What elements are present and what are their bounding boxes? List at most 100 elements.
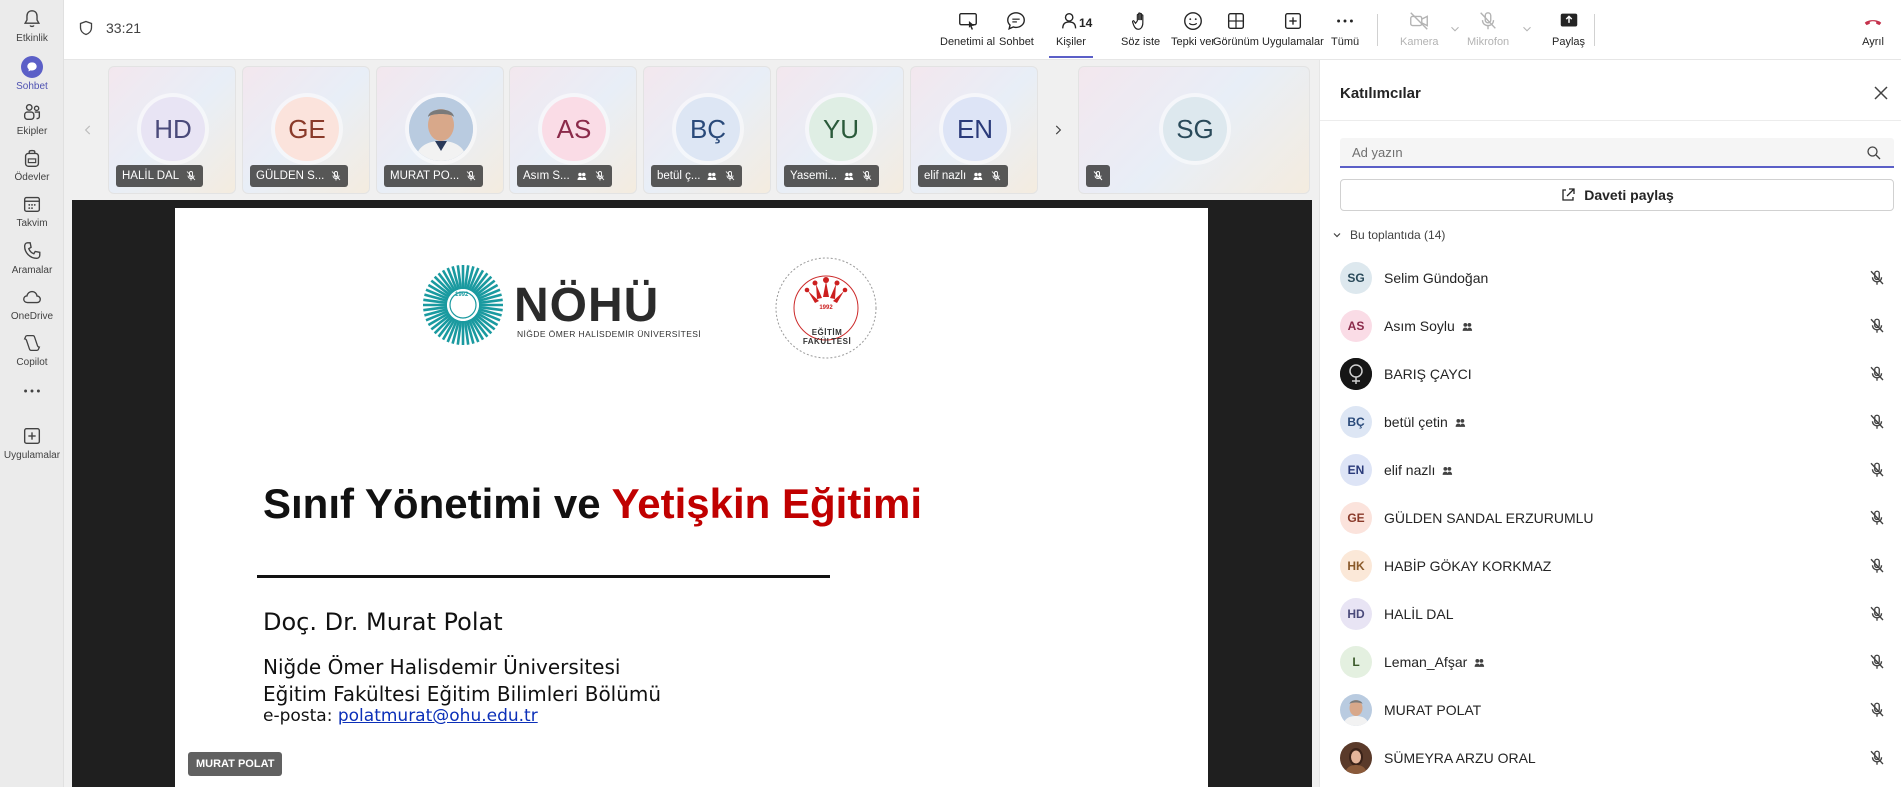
rail-more[interactable] <box>0 380 64 430</box>
gallery-tile[interactable]: BÇ betül ç... <box>643 66 771 194</box>
gallery-tile[interactable]: AS Asım S... <box>509 66 637 194</box>
camera-button[interactable]: Kamera <box>1400 10 1439 54</box>
avatar-initials: YU <box>822 113 860 144</box>
rail-uygulamalar[interactable]: Uygulamalar <box>0 425 64 475</box>
participant-mic-status[interactable] <box>1868 605 1886 623</box>
participant-row[interactable]: HD HALİL DAL <box>1320 590 1901 638</box>
rail-ekipler[interactable]: Ekipler <box>0 101 64 151</box>
bell-icon <box>21 8 43 33</box>
email-link[interactable]: polatmurat@ohu.edu.tr <box>338 706 538 726</box>
mic-off-icon <box>991 171 1001 181</box>
gallery-tile[interactable]: EN elif nazlı <box>910 66 1038 194</box>
gallery-tile[interactable]: MURAT PO... <box>376 66 504 194</box>
participant-row[interactable]: HK HABİP GÖKAY KORKMAZ <box>1320 542 1901 590</box>
participant-row[interactable]: SG Selim Gündoğan <box>1320 254 1901 302</box>
rail-aramalar[interactable]: Aramalar <box>0 240 64 290</box>
gallery-tile[interactable]: HD HALİL DAL <box>108 66 236 194</box>
share-icon <box>1562 188 1575 201</box>
react-button[interactable]: Tepki ver <box>1171 10 1215 54</box>
apps-button[interactable]: Uygulamalar <box>1262 10 1324 54</box>
more-button[interactable]: Tümü <box>1331 10 1359 54</box>
rail-takvim[interactable]: Takvim <box>0 193 64 243</box>
rail-label: Etkinlik <box>16 33 48 44</box>
participant-mic-status[interactable] <box>1868 317 1886 335</box>
chevron-left-icon <box>84 125 91 135</box>
chevron-down-icon <box>1523 26 1531 32</box>
rail-label: Ödevler <box>14 172 50 183</box>
rail-label: Takvim <box>16 218 48 229</box>
slide-email: e-posta: polatmurat@ohu.edu.tr <box>263 706 538 726</box>
participant-row[interactable]: MURAT POLAT <box>1320 686 1901 734</box>
share-invite-button[interactable]: Daveti paylaş <box>1340 179 1894 211</box>
participant-mic-status[interactable] <box>1868 365 1886 383</box>
participant-row[interactable]: L Leman_Afşar <box>1320 638 1901 686</box>
participant-mic-status[interactable] <box>1868 557 1886 575</box>
rail-onedrive[interactable]: OneDrive <box>0 286 64 336</box>
participant-name: Asım Soylu <box>1384 318 1474 334</box>
logo-subtitle: NİĞDE ÖMER HALİSDEMİR ÜNİVERSİTESİ <box>517 329 702 339</box>
participant-avatar: HD <box>141 97 205 161</box>
participant-mic-status[interactable] <box>1868 269 1886 287</box>
meeting-timer: 33:21 <box>78 20 141 36</box>
participant-mic-status[interactable] <box>1868 461 1886 479</box>
tile-label: GÜLDEN S... <box>250 165 349 187</box>
share-button[interactable]: Paylaş <box>1552 10 1585 54</box>
gallery-tile[interactable]: GE GÜLDEN S... <box>242 66 370 194</box>
rail-copilot[interactable]: Copilot <box>0 332 64 382</box>
svg-text:1992: 1992 <box>819 305 833 311</box>
participant-row[interactable]: BARIŞ ÇAYCI <box>1320 350 1901 398</box>
mic-off-icon <box>1870 750 1884 765</box>
participant-row[interactable]: EN elif nazlı <box>1320 446 1901 494</box>
take-control-button[interactable]: Denetimi al <box>940 10 995 54</box>
mic-off-icon <box>186 171 196 181</box>
mic-label: Mikrofon <box>1467 36 1510 48</box>
rail-etkinlik[interactable]: Etkinlik <box>0 8 64 58</box>
mic-button[interactable]: Mikrofon <box>1467 10 1509 54</box>
participant-mic-status[interactable] <box>1868 701 1886 719</box>
participant-mic-status[interactable] <box>1868 413 1886 431</box>
participant-row[interactable]: SÜMEYRA ARZU ORAL <box>1320 734 1901 782</box>
participant-avatar: AS <box>542 97 606 161</box>
gallery-tile-extra[interactable]: SG <box>1078 66 1310 194</box>
rail-sohbet[interactable]: Sohbet <box>0 56 64 106</box>
rail-ödevler[interactable]: Ödevler <box>0 147 64 197</box>
chat-button[interactable]: Sohbet <box>999 10 1034 54</box>
participant-mic-status[interactable] <box>1868 653 1886 671</box>
people-button[interactable]: 14 Kişiler <box>1049 10 1093 58</box>
participant-name: betül çetin <box>1384 414 1467 430</box>
toolbar-divider <box>1377 14 1378 46</box>
participant-row[interactable]: BÇ betül çetin <box>1320 398 1901 446</box>
leave-button[interactable]: Ayrıl <box>1862 10 1884 54</box>
rail-label: Copilot <box>16 357 48 368</box>
gallery-tile[interactable]: YU Yasemi... <box>776 66 904 194</box>
gallery-next-button[interactable] <box>1048 120 1068 140</box>
participant-avatar: AS <box>1340 310 1372 342</box>
participant-avatar: YU <box>809 97 873 161</box>
raise-hand-button[interactable]: Söz iste <box>1121 10 1160 54</box>
participant-search-input[interactable] <box>1340 138 1894 166</box>
chevron-down-icon <box>1333 233 1341 238</box>
participant-name: MURAT POLAT <box>1384 702 1481 718</box>
rail-label: Aramalar <box>11 265 53 276</box>
participant-photo <box>1340 358 1372 390</box>
close-icon[interactable] <box>1872 84 1890 102</box>
tile-name: Asım S... <box>523 170 570 182</box>
title-red-part: Yetişkin Eğitimi <box>611 480 922 527</box>
participant-row[interactable]: AS Asım Soylu <box>1320 302 1901 350</box>
mic-off-icon <box>726 171 735 181</box>
participant-mic-status[interactable] <box>1868 749 1886 767</box>
mic-off-icon <box>1870 702 1884 717</box>
in-meeting-section-toggle[interactable]: Bu toplantıda (14) <box>1332 228 1445 242</box>
gallery-prev-button[interactable] <box>78 120 98 140</box>
tile-name: GÜLDEN S... <box>256 170 325 182</box>
raised-hand-icon <box>1474 658 1485 667</box>
mic-off-icon <box>1870 510 1884 525</box>
tile-label: betül ç... <box>651 165 743 187</box>
participant-search <box>1340 138 1894 168</box>
participant-row[interactable]: GE GÜLDEN SANDAL ERZURUMLU <box>1320 494 1901 542</box>
view-button[interactable]: Görünüm <box>1213 10 1259 54</box>
calendar-icon <box>21 193 43 218</box>
view-label: Görünüm <box>1213 36 1259 48</box>
participant-mic-status[interactable] <box>1868 509 1886 527</box>
camera-off-icon <box>1410 12 1429 30</box>
